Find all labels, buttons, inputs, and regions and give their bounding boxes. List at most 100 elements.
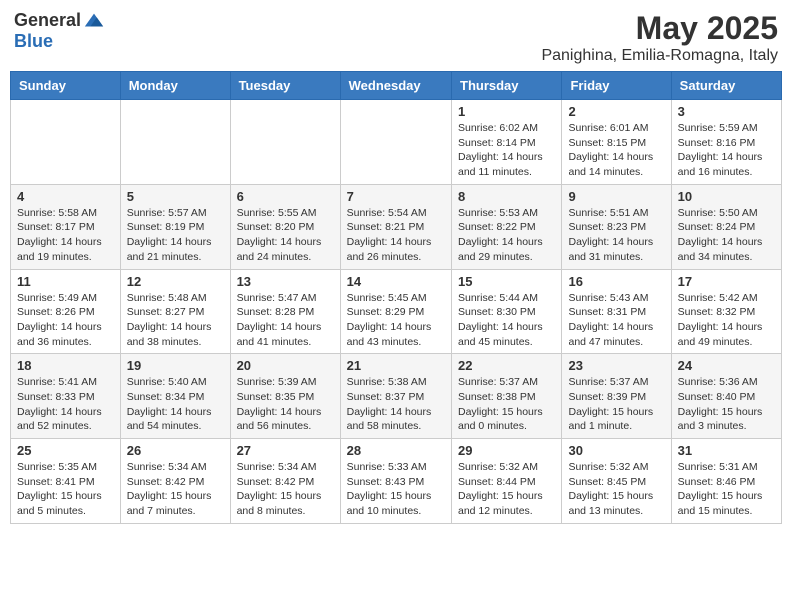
logo-general-text: General (14, 11, 81, 31)
calendar-cell-1-5: 1 Sunrise: 6:02 AMSunset: 8:14 PMDaylight… (452, 100, 562, 185)
calendar-cell-5-3: 27 Sunrise: 5:34 AMSunset: 8:42 PMDayligh… (230, 439, 340, 524)
day-number: 18 (17, 358, 114, 373)
weekday-header-monday: Monday (120, 72, 230, 100)
title-block: May 2025 Panighina, Emilia-Romagna, Ital… (541, 10, 778, 65)
day-number: 8 (458, 189, 555, 204)
day-info: Sunrise: 6:02 AMSunset: 8:14 PMDaylight:… (458, 121, 555, 180)
calendar-week-4: 18 Sunrise: 5:41 AMSunset: 8:33 PMDayligh… (11, 354, 782, 439)
calendar-cell-3-6: 16 Sunrise: 5:43 AMSunset: 8:31 PMDayligh… (562, 269, 671, 354)
calendar-cell-2-7: 10 Sunrise: 5:50 AMSunset: 8:24 PMDayligh… (671, 184, 781, 269)
day-number: 26 (127, 443, 224, 458)
day-info: Sunrise: 5:32 AMSunset: 8:44 PMDaylight:… (458, 460, 555, 519)
day-number: 9 (568, 189, 664, 204)
day-info: Sunrise: 5:42 AMSunset: 8:32 PMDaylight:… (678, 291, 775, 350)
day-info: Sunrise: 5:32 AMSunset: 8:45 PMDaylight:… (568, 460, 664, 519)
day-info: Sunrise: 5:49 AMSunset: 8:26 PMDaylight:… (17, 291, 114, 350)
day-info: Sunrise: 5:45 AMSunset: 8:29 PMDaylight:… (347, 291, 445, 350)
day-info: Sunrise: 5:44 AMSunset: 8:30 PMDaylight:… (458, 291, 555, 350)
day-number: 7 (347, 189, 445, 204)
day-info: Sunrise: 5:50 AMSunset: 8:24 PMDaylight:… (678, 206, 775, 265)
day-info: Sunrise: 5:51 AMSunset: 8:23 PMDaylight:… (568, 206, 664, 265)
day-number: 22 (458, 358, 555, 373)
weekday-header-row: SundayMondayTuesdayWednesdayThursdayFrid… (11, 72, 782, 100)
day-info: Sunrise: 5:31 AMSunset: 8:46 PMDaylight:… (678, 460, 775, 519)
logo-icon (83, 10, 105, 32)
weekday-header-saturday: Saturday (671, 72, 781, 100)
calendar-cell-5-6: 30 Sunrise: 5:32 AMSunset: 8:45 PMDayligh… (562, 439, 671, 524)
calendar-cell-4-6: 23Sunrise: 5:37 AMSunset: 8:39 PMDayligh… (562, 354, 671, 439)
day-info: Sunrise: 5:57 AMSunset: 8:19 PMDaylight:… (127, 206, 224, 265)
calendar-cell-4-5: 22 Sunrise: 5:37 AMSunset: 8:38 PMDayligh… (452, 354, 562, 439)
day-number: 30 (568, 443, 664, 458)
logo: General Blue (14, 10, 105, 52)
calendar-cell-1-7: 3Sunrise: 5:59 AMSunset: 8:16 PMDaylight… (671, 100, 781, 185)
calendar-cell-5-4: 28 Sunrise: 5:33 AMSunset: 8:43 PMDayligh… (340, 439, 451, 524)
calendar-cell-2-4: 7 Sunrise: 5:54 AMSunset: 8:21 PMDaylight… (340, 184, 451, 269)
day-info: Sunrise: 5:35 AMSunset: 8:41 PMDaylight:… (17, 460, 114, 519)
calendar-cell-5-7: 31 Sunrise: 5:31 AMSunset: 8:46 PMDayligh… (671, 439, 781, 524)
day-number: 20 (237, 358, 334, 373)
day-number: 25 (17, 443, 114, 458)
day-number: 1 (458, 104, 555, 119)
calendar-cell-4-2: 19 Sunrise: 5:40 AMSunset: 8:34 PMDayligh… (120, 354, 230, 439)
page-header: General Blue May 2025 Panighina, Emilia-… (10, 10, 782, 65)
subtitle: Panighina, Emilia-Romagna, Italy (541, 47, 778, 65)
day-info: Sunrise: 5:41 AMSunset: 8:33 PMDaylight:… (17, 375, 114, 434)
day-number: 6 (237, 189, 334, 204)
calendar-cell-4-1: 18 Sunrise: 5:41 AMSunset: 8:33 PMDayligh… (11, 354, 121, 439)
weekday-header-wednesday: Wednesday (340, 72, 451, 100)
calendar-cell-2-6: 9 Sunrise: 5:51 AMSunset: 8:23 PMDaylight… (562, 184, 671, 269)
day-number: 10 (678, 189, 775, 204)
calendar-cell-4-3: 20 Sunrise: 5:39 AMSunset: 8:35 PMDayligh… (230, 354, 340, 439)
day-number: 28 (347, 443, 445, 458)
day-info: Sunrise: 5:38 AMSunset: 8:37 PMDaylight:… (347, 375, 445, 434)
weekday-header-thursday: Thursday (452, 72, 562, 100)
logo-blue-text: Blue (14, 32, 105, 52)
calendar-week-2: 4Sunrise: 5:58 AMSunset: 8:17 PMDaylight… (11, 184, 782, 269)
day-number: 14 (347, 274, 445, 289)
day-number: 17 (678, 274, 775, 289)
day-number: 3 (678, 104, 775, 119)
weekday-header-tuesday: Tuesday (230, 72, 340, 100)
calendar-cell-4-4: 21 Sunrise: 5:38 AMSunset: 8:37 PMDayligh… (340, 354, 451, 439)
day-info: Sunrise: 5:55 AMSunset: 8:20 PMDaylight:… (237, 206, 334, 265)
day-number: 21 (347, 358, 445, 373)
calendar-week-3: 11Sunrise: 5:49 AMSunset: 8:26 PMDayligh… (11, 269, 782, 354)
day-info: Sunrise: 5:33 AMSunset: 8:43 PMDaylight:… (347, 460, 445, 519)
calendar-week-5: 25 Sunrise: 5:35 AMSunset: 8:41 PMDayligh… (11, 439, 782, 524)
calendar-cell-5-2: 26 Sunrise: 5:34 AMSunset: 8:42 PMDayligh… (120, 439, 230, 524)
calendar-cell-1-6: 2Sunrise: 6:01 AMSunset: 8:15 PMDaylight… (562, 100, 671, 185)
calendar-cell-2-2: 5Sunrise: 5:57 AMSunset: 8:19 PMDaylight… (120, 184, 230, 269)
calendar-cell-3-5: 15Sunrise: 5:44 AMSunset: 8:30 PMDayligh… (452, 269, 562, 354)
day-info: Sunrise: 5:43 AMSunset: 8:31 PMDaylight:… (568, 291, 664, 350)
day-number: 24 (678, 358, 775, 373)
calendar-week-1: 1 Sunrise: 6:02 AMSunset: 8:14 PMDaylight… (11, 100, 782, 185)
day-number: 19 (127, 358, 224, 373)
calendar-cell-2-1: 4Sunrise: 5:58 AMSunset: 8:17 PMDaylight… (11, 184, 121, 269)
calendar-cell-4-7: 24 Sunrise: 5:36 AMSunset: 8:40 PMDayligh… (671, 354, 781, 439)
day-info: Sunrise: 5:53 AMSunset: 8:22 PMDaylight:… (458, 206, 555, 265)
calendar-cell-5-5: 29 Sunrise: 5:32 AMSunset: 8:44 PMDayligh… (452, 439, 562, 524)
day-number: 2 (568, 104, 664, 119)
calendar-table: SundayMondayTuesdayWednesdayThursdayFrid… (10, 71, 782, 524)
day-info: Sunrise: 5:54 AMSunset: 8:21 PMDaylight:… (347, 206, 445, 265)
day-number: 4 (17, 189, 114, 204)
day-number: 31 (678, 443, 775, 458)
calendar-cell-2-3: 6 Sunrise: 5:55 AMSunset: 8:20 PMDaylight… (230, 184, 340, 269)
day-info: Sunrise: 5:37 AMSunset: 8:38 PMDaylight:… (458, 375, 555, 434)
day-info: Sunrise: 5:48 AMSunset: 8:27 PMDaylight:… (127, 291, 224, 350)
calendar-cell-1-3 (230, 100, 340, 185)
calendar-cell-3-4: 14 Sunrise: 5:45 AMSunset: 8:29 PMDayligh… (340, 269, 451, 354)
calendar-cell-3-2: 12Sunrise: 5:48 AMSunset: 8:27 PMDayligh… (120, 269, 230, 354)
day-number: 16 (568, 274, 664, 289)
weekday-header-friday: Friday (562, 72, 671, 100)
day-info: Sunrise: 5:36 AMSunset: 8:40 PMDaylight:… (678, 375, 775, 434)
day-info: Sunrise: 5:40 AMSunset: 8:34 PMDaylight:… (127, 375, 224, 434)
day-info: Sunrise: 5:34 AMSunset: 8:42 PMDaylight:… (127, 460, 224, 519)
day-number: 29 (458, 443, 555, 458)
calendar-cell-1-2 (120, 100, 230, 185)
day-info: Sunrise: 5:34 AMSunset: 8:42 PMDaylight:… (237, 460, 334, 519)
calendar-cell-3-3: 13Sunrise: 5:47 AMSunset: 8:28 PMDayligh… (230, 269, 340, 354)
day-info: Sunrise: 5:39 AMSunset: 8:35 PMDaylight:… (237, 375, 334, 434)
day-number: 27 (237, 443, 334, 458)
